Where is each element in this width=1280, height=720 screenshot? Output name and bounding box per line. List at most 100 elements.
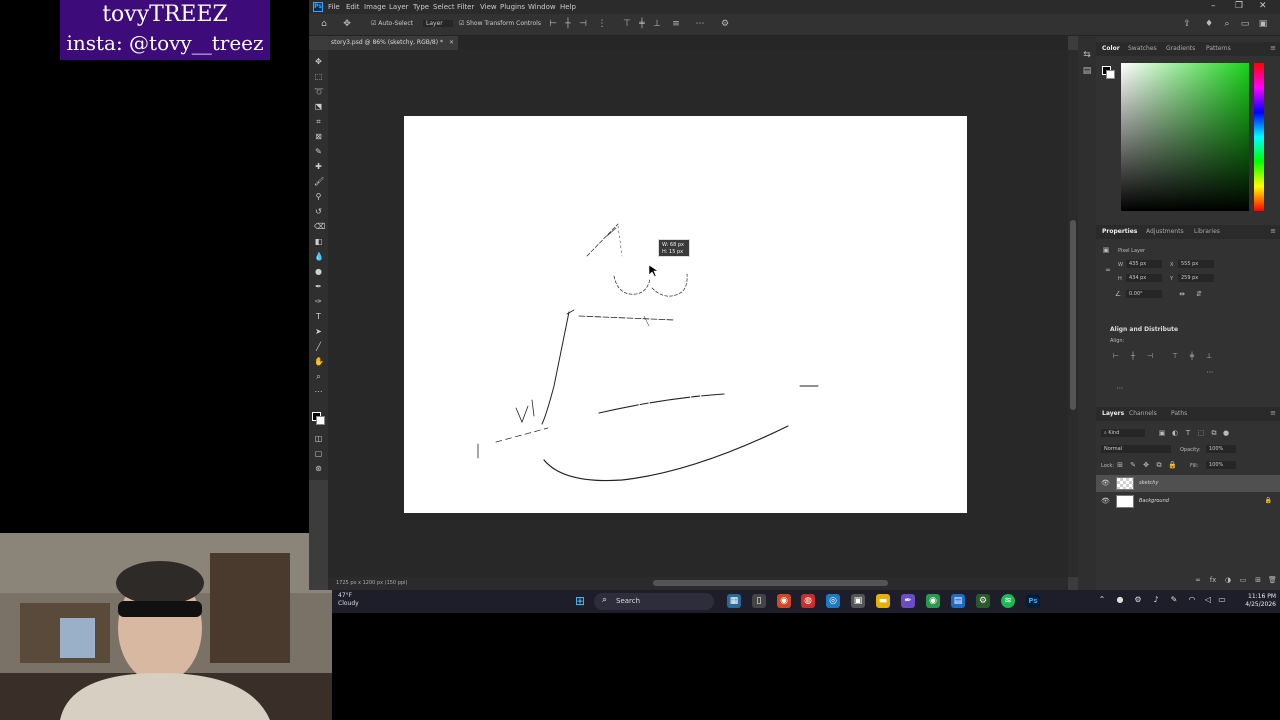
width-field[interactable]: 435 px [1126,260,1162,268]
align-middle-icon[interactable]: ╪ [637,19,647,29]
menu-file[interactable]: File [328,3,340,11]
layer-row-background[interactable]: 👁 Background 🔒 [1096,493,1280,510]
visibility-eye-icon[interactable]: 👁 [1101,479,1110,488]
lock-all-icon[interactable]: 🔒 [1168,461,1177,469]
tray-settings-icon[interactable]: ⚙ [1133,595,1143,605]
align-bottom-icon[interactable]: ⊥ [652,19,662,29]
weather-widget[interactable]: 47°F Cloudy [338,592,359,608]
settings-app-icon[interactable]: ⚙ [976,594,990,608]
new-layer-icon[interactable]: ⊞ [1254,576,1262,584]
transform-controls-checkbox[interactable]: ☑ Show Transform Controls [459,20,541,27]
volume-icon[interactable]: ◁ [1203,595,1213,605]
tab-close-icon[interactable]: ✕ [449,36,454,50]
flip-vertical-icon[interactable]: ⇵ [1195,290,1203,298]
eyedropper-icon[interactable]: ✎ [314,147,323,156]
settings-gear-icon[interactable]: ⚙ [720,19,730,29]
lock-position-icon[interactable]: ✥ [1142,461,1150,469]
app-red-icon[interactable]: ◍ [801,594,815,608]
opacity-field[interactable]: 100% [1206,445,1236,453]
visibility-eye-icon[interactable]: 👁 [1101,497,1110,506]
taskbar-clock[interactable]: 11:16 PM 4/25/2026 [1226,593,1276,609]
add-mask-icon[interactable]: ◑ [1224,576,1232,584]
move-icon[interactable]: ✥ [314,57,323,66]
menu-help[interactable]: Help [560,3,576,11]
clone-stamp-icon[interactable]: ⚲ [314,192,323,201]
color-panel-swatches[interactable] [1102,66,1116,80]
object-select-icon[interactable]: ⬔ [314,102,323,111]
crop-icon[interactable]: ⌗ [314,117,323,126]
auto-select-checkbox[interactable]: ☑ Auto-Select [371,20,413,27]
dodge-icon[interactable]: ● [314,267,323,276]
minimize-icon[interactable]: – [1211,1,1216,11]
edge-icon[interactable]: ◎ [826,594,840,608]
app-gray-icon[interactable]: ▣ [851,594,865,608]
file-explorer-icon[interactable]: ▬ [876,594,890,608]
distribute-icon[interactable]: ⋮ [597,19,607,29]
file-icon[interactable]: ▯ [752,594,766,608]
blur-icon[interactable]: 💧 [314,252,324,261]
tab-properties[interactable]: Properties [1102,228,1137,235]
screen-mode-icon[interactable]: ▢ [314,449,323,458]
menu-view[interactable]: View [480,3,497,11]
menu-edit[interactable]: Edit [346,3,360,11]
marquee-icon[interactable]: ⬚ [314,72,323,81]
layer-effects-icon[interactable]: fx [1209,576,1217,584]
task-view-icon[interactable]: ▦ [727,594,741,608]
horizontal-scrollbar[interactable] [653,580,888,586]
tab-paths[interactable]: Paths [1171,410,1187,417]
align-distribute-title[interactable]: Align and Distribute [1110,326,1178,333]
new-group-icon[interactable]: ▭ [1239,576,1247,584]
quick-mask-icon[interactable]: ◫ [314,434,323,443]
tray-mic-icon[interactable]: ♪ [1151,595,1161,605]
filter-pixel-icon[interactable]: ▣ [1158,429,1166,437]
spotify-icon[interactable]: ≋ [1001,594,1015,608]
close-icon[interactable]: ✕ [1259,1,1267,11]
color-picker-field[interactable] [1121,63,1249,211]
pen-app-icon[interactable]: ✒ [901,594,915,608]
prop-more-icon[interactable]: ⋯ [1206,368,1214,376]
filter-smart-object-icon[interactable]: ⧉ [1210,429,1218,437]
photoshop-taskbar-icon[interactable]: Ps [1026,594,1040,608]
tab-gradients[interactable]: Gradients [1166,45,1195,52]
layer-row-sketchy[interactable]: 👁 sketchy [1096,475,1280,492]
tab-channels[interactable]: Channels [1129,410,1157,417]
pen-icon[interactable]: ✒ [314,282,323,291]
type-icon[interactable]: T [314,312,323,321]
align-left-icon[interactable]: ⊢ [548,19,558,29]
layers-panel-menu-icon[interactable]: ≡ [1270,409,1276,417]
healing-icon[interactable]: ✚ [314,162,323,171]
taskbar-search[interactable]: ⌕ Search [594,593,714,610]
filter-adjustment-icon[interactable]: ◐ [1171,429,1179,437]
background-swatch[interactable] [1106,70,1115,79]
history-brush-icon[interactable]: ↺ [314,207,323,216]
layer-dropdown[interactable]: Layer [423,20,453,27]
x-field[interactable]: 555 px [1178,260,1214,268]
prop-align-center-icon[interactable]: ┼ [1129,352,1137,360]
distribute-vertical-icon[interactable]: ≡ [671,19,681,29]
history-panel-icon[interactable]: ⇆ [1082,50,1092,60]
filter-toggle-icon[interactable]: ● [1222,429,1230,437]
path-select-icon[interactable]: ➤ [314,327,323,336]
menu-select[interactable]: Select [433,3,455,11]
generative-icon[interactable]: ⊛ [314,464,323,473]
home-icon[interactable]: ⌂ [319,19,329,29]
tray-expand-icon[interactable]: ⌃ [1097,595,1107,605]
quick-actions-icon[interactable]: ⋯ [1116,384,1124,392]
lock-image-icon[interactable]: ✎ [1129,461,1137,469]
search-icon[interactable]: ⌕ [1222,19,1232,29]
fill-field[interactable]: 100% [1206,461,1236,469]
menu-window[interactable]: Window [528,3,556,11]
learn-icon[interactable]: ♦ [1204,19,1214,29]
tray-pen-icon[interactable]: ✎ [1169,595,1179,605]
windows-start-icon[interactable]: ⊞ [573,594,587,608]
chrome-icon[interactable]: ◉ [926,594,940,608]
pen-alt-icon[interactable]: ✑ [314,297,323,306]
tab-libraries[interactable]: Libraries [1194,228,1220,235]
menu-type[interactable]: Type [413,3,429,11]
network-icon[interactable]: ◠ [1187,595,1197,605]
filter-type-icon[interactable]: T [1184,429,1192,437]
more-options-icon[interactable]: ⋯ [695,19,705,29]
edit-toolbar-icon[interactable]: ⋯ [314,387,323,396]
prop-align-left-icon[interactable]: ⊢ [1112,352,1120,360]
move-tool-icon[interactable]: ✥ [342,19,352,29]
